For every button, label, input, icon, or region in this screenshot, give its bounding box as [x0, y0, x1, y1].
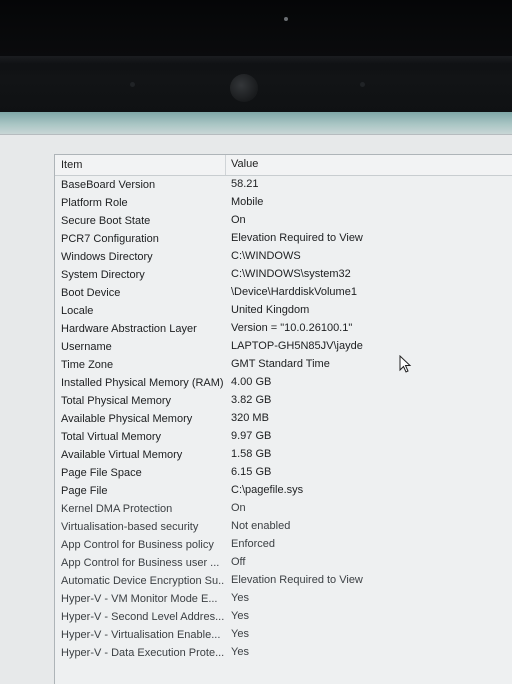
- table-row[interactable]: Installed Physical Memory (RAM) 4.00 GB: [55, 375, 512, 393]
- row-item-name: Locale: [61, 305, 94, 317]
- row-item-value: C:\WINDOWS: [231, 250, 301, 262]
- row-item-name: Windows Directory: [61, 251, 153, 263]
- row-item-value: GMT Standard Time: [231, 358, 330, 370]
- row-item-value: 320 MB: [231, 412, 269, 424]
- row-item-name: App Control for Business policy: [61, 539, 214, 551]
- table-row[interactable]: Windows Directory C:\WINDOWS: [55, 249, 512, 267]
- row-item-value: 4.00 GB: [231, 376, 272, 388]
- row-item-name: PCR7 Configuration: [61, 233, 159, 245]
- row-item-name: Hyper-V - Data Execution Prote...: [61, 647, 225, 659]
- bezel-top: [0, 0, 512, 56]
- system-summary-list[interactable]: Item Value BaseBoard Version 58.21 Platfor…: [54, 154, 512, 684]
- row-item-value: Yes: [231, 610, 249, 622]
- table-row[interactable]: Hyper-V - Second Level Addres... Yes: [55, 609, 512, 627]
- row-item-name: Available Physical Memory: [61, 413, 193, 425]
- row-item-value: Yes: [231, 628, 249, 640]
- row-item-value: C:\pagefile.sys: [231, 484, 304, 496]
- table-row[interactable]: App Control for Business policy Enforced: [55, 537, 512, 555]
- table-row[interactable]: Kernel DMA Protection On: [55, 501, 512, 519]
- row-item-name: BaseBoard Version: [61, 179, 156, 191]
- row-item-name: Automatic Device Encryption Su...: [61, 575, 225, 587]
- row-item-name: Hardware Abstraction Layer: [61, 323, 197, 335]
- row-item-value: Enforced: [231, 538, 276, 550]
- row-item-value: Yes: [231, 646, 249, 658]
- row-item-value: LAPTOP-GH5N85JV\jayde: [231, 340, 363, 352]
- table-row[interactable]: Hardware Abstraction Layer Version = "10.…: [55, 321, 512, 339]
- row-item-value: 9.97 GB: [231, 430, 272, 442]
- row-item-value: United Kingdom: [231, 304, 310, 316]
- column-header-item[interactable]: Item: [61, 159, 82, 171]
- row-item-name: Page File Space: [61, 467, 142, 479]
- column-header-value[interactable]: Value: [231, 158, 258, 170]
- table-row[interactable]: Time Zone GMT Standard Time: [55, 357, 512, 375]
- row-item-value: Off: [231, 556, 246, 568]
- row-item-name: Hyper-V - Virtualisation Enable...: [61, 629, 221, 641]
- row-item-name: Page File: [61, 485, 108, 497]
- column-divider[interactable]: [225, 155, 226, 175]
- table-row[interactable]: Locale United Kingdom: [55, 303, 512, 321]
- row-item-name: Kernel DMA Protection: [61, 503, 173, 515]
- laptop-logo-icon: [230, 74, 258, 102]
- table-row[interactable]: Automatic Device Encryption Su... Elevati…: [55, 573, 512, 591]
- table-row[interactable]: Boot Device \Device\HarddiskVolume1: [55, 285, 512, 303]
- bezel-screw-icon: [130, 82, 135, 87]
- table-row[interactable]: Page File Space 6.15 GB: [55, 465, 512, 483]
- table-row[interactable]: Available Virtual Memory 1.58 GB: [55, 447, 512, 465]
- row-item-value: Elevation Required to View: [231, 232, 363, 244]
- table-row[interactable]: Total Virtual Memory 9.97 GB: [55, 429, 512, 447]
- table-row[interactable]: PCR7 Configuration Elevation Required to …: [55, 231, 512, 249]
- row-item-value: Elevation Required to View: [231, 574, 363, 586]
- table-row[interactable]: BaseBoard Version 58.21: [55, 177, 512, 195]
- table-row[interactable]: Virtualisation-based security Not enabled: [55, 519, 512, 537]
- row-item-name: Boot Device: [61, 287, 121, 299]
- table-row[interactable]: Hyper-V - Data Execution Prote... Yes: [55, 645, 512, 663]
- row-item-name: System Directory: [61, 269, 145, 281]
- row-item-name: Total Physical Memory: [61, 395, 172, 407]
- table-row[interactable]: App Control for Business user ... Off: [55, 555, 512, 573]
- row-item-value: On: [231, 502, 246, 514]
- desktop-strip: [0, 112, 512, 134]
- row-item-value: Mobile: [231, 196, 264, 208]
- table-row[interactable]: Hyper-V - VM Monitor Mode E... Yes: [55, 591, 512, 609]
- list-header: Item Value: [55, 155, 512, 176]
- row-item-name: Hyper-V - Second Level Addres...: [61, 611, 225, 623]
- row-item-value: Yes: [231, 592, 249, 604]
- row-item-name: Hyper-V - VM Monitor Mode E...: [61, 593, 218, 605]
- row-item-name: App Control for Business user ...: [61, 557, 220, 569]
- row-item-value: 1.58 GB: [231, 448, 272, 460]
- row-item-name: Available Virtual Memory: [61, 449, 183, 461]
- webcam-icon: [284, 17, 288, 21]
- row-item-name: Time Zone: [61, 359, 114, 371]
- table-row[interactable]: Page File C:\pagefile.sys: [55, 483, 512, 501]
- table-row[interactable]: Username LAPTOP-GH5N85JV\jayde: [55, 339, 512, 357]
- table-row[interactable]: Total Physical Memory 3.82 GB: [55, 393, 512, 411]
- row-item-value: C:\WINDOWS\system32: [231, 268, 351, 280]
- table-row[interactable]: Platform Role Mobile: [55, 195, 512, 213]
- row-item-name: Virtualisation-based security: [61, 521, 199, 533]
- row-item-value: Version = "10.0.26100.1": [231, 322, 353, 334]
- bezel-screw-icon: [360, 82, 365, 87]
- row-item-value: \Device\HarddiskVolume1: [231, 286, 357, 298]
- table-row[interactable]: Secure Boot State On: [55, 213, 512, 231]
- row-item-value: 58.21: [231, 178, 259, 190]
- bezel-edge: [0, 56, 512, 64]
- row-item-value: 6.15 GB: [231, 466, 272, 478]
- row-item-name: Installed Physical Memory (RAM): [61, 377, 224, 389]
- table-row[interactable]: Available Physical Memory 320 MB: [55, 411, 512, 429]
- row-item-name: Secure Boot State: [61, 215, 151, 227]
- table-row[interactable]: System Directory C:\WINDOWS\system32: [55, 267, 512, 285]
- row-item-value: Not enabled: [231, 520, 291, 532]
- row-item-name: Total Virtual Memory: [61, 431, 162, 443]
- mouse-pointer-icon: [399, 355, 412, 373]
- row-item-value: On: [231, 214, 246, 226]
- row-item-value: 3.82 GB: [231, 394, 272, 406]
- laptop-bezel: [0, 0, 512, 112]
- row-item-name: Platform Role: [61, 197, 128, 209]
- table-row[interactable]: Hyper-V - Virtualisation Enable... Yes: [55, 627, 512, 645]
- row-item-name: Username: [61, 341, 112, 353]
